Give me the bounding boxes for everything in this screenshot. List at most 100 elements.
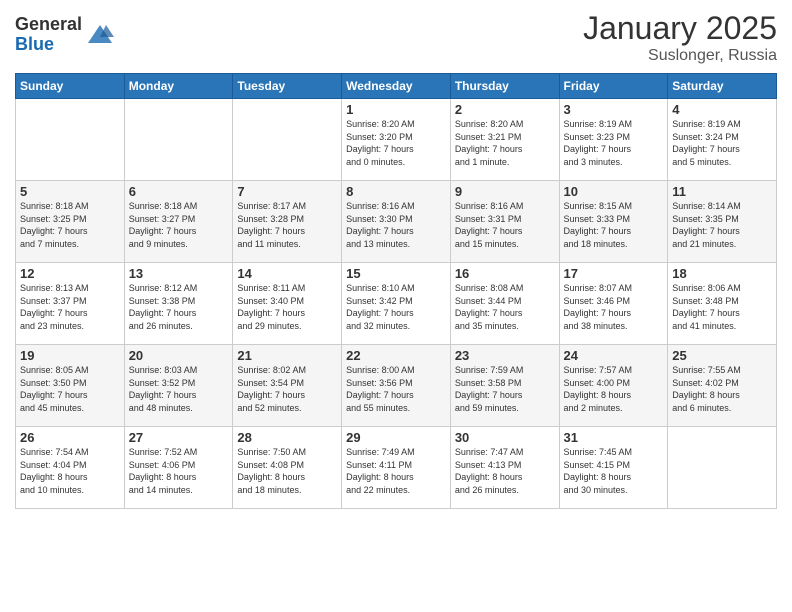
day-info: Sunrise: 8:16 AM Sunset: 3:30 PM Dayligh… bbox=[346, 200, 446, 250]
day-info: Sunrise: 7:54 AM Sunset: 4:04 PM Dayligh… bbox=[20, 446, 120, 496]
calendar-cell: 5Sunrise: 8:18 AM Sunset: 3:25 PM Daylig… bbox=[16, 181, 125, 263]
calendar-cell: 10Sunrise: 8:15 AM Sunset: 3:33 PM Dayli… bbox=[559, 181, 668, 263]
day-number: 31 bbox=[564, 430, 664, 445]
day-number: 13 bbox=[129, 266, 229, 281]
col-saturday: Saturday bbox=[668, 74, 777, 99]
day-info: Sunrise: 8:16 AM Sunset: 3:31 PM Dayligh… bbox=[455, 200, 555, 250]
day-info: Sunrise: 8:18 AM Sunset: 3:25 PM Dayligh… bbox=[20, 200, 120, 250]
week-row-3: 12Sunrise: 8:13 AM Sunset: 3:37 PM Dayli… bbox=[16, 263, 777, 345]
calendar-table: Sunday Monday Tuesday Wednesday Thursday… bbox=[15, 73, 777, 509]
col-tuesday: Tuesday bbox=[233, 74, 342, 99]
week-row-5: 26Sunrise: 7:54 AM Sunset: 4:04 PM Dayli… bbox=[16, 427, 777, 509]
calendar-cell: 25Sunrise: 7:55 AM Sunset: 4:02 PM Dayli… bbox=[668, 345, 777, 427]
day-info: Sunrise: 8:20 AM Sunset: 3:21 PM Dayligh… bbox=[455, 118, 555, 168]
header: General Blue January 2025 Suslonger, Rus… bbox=[15, 10, 777, 65]
title-block: January 2025 Suslonger, Russia bbox=[583, 10, 777, 65]
day-number: 4 bbox=[672, 102, 772, 117]
day-info: Sunrise: 7:50 AM Sunset: 4:08 PM Dayligh… bbox=[237, 446, 337, 496]
day-info: Sunrise: 7:49 AM Sunset: 4:11 PM Dayligh… bbox=[346, 446, 446, 496]
day-number: 30 bbox=[455, 430, 555, 445]
day-number: 18 bbox=[672, 266, 772, 281]
day-number: 17 bbox=[564, 266, 664, 281]
day-info: Sunrise: 8:17 AM Sunset: 3:28 PM Dayligh… bbox=[237, 200, 337, 250]
calendar-cell: 22Sunrise: 8:00 AM Sunset: 3:56 PM Dayli… bbox=[342, 345, 451, 427]
day-number: 3 bbox=[564, 102, 664, 117]
day-info: Sunrise: 8:14 AM Sunset: 3:35 PM Dayligh… bbox=[672, 200, 772, 250]
calendar-cell: 31Sunrise: 7:45 AM Sunset: 4:15 PM Dayli… bbox=[559, 427, 668, 509]
day-info: Sunrise: 7:57 AM Sunset: 4:00 PM Dayligh… bbox=[564, 364, 664, 414]
calendar-cell: 9Sunrise: 8:16 AM Sunset: 3:31 PM Daylig… bbox=[450, 181, 559, 263]
day-number: 7 bbox=[237, 184, 337, 199]
day-info: Sunrise: 8:02 AM Sunset: 3:54 PM Dayligh… bbox=[237, 364, 337, 414]
page: General Blue January 2025 Suslonger, Rus… bbox=[0, 0, 792, 612]
calendar-cell: 30Sunrise: 7:47 AM Sunset: 4:13 PM Dayli… bbox=[450, 427, 559, 509]
calendar-header-row: Sunday Monday Tuesday Wednesday Thursday… bbox=[16, 74, 777, 99]
col-wednesday: Wednesday bbox=[342, 74, 451, 99]
calendar-cell: 3Sunrise: 8:19 AM Sunset: 3:23 PM Daylig… bbox=[559, 99, 668, 181]
day-info: Sunrise: 8:19 AM Sunset: 3:24 PM Dayligh… bbox=[672, 118, 772, 168]
calendar-cell: 13Sunrise: 8:12 AM Sunset: 3:38 PM Dayli… bbox=[124, 263, 233, 345]
day-number: 1 bbox=[346, 102, 446, 117]
calendar-cell: 1Sunrise: 8:20 AM Sunset: 3:20 PM Daylig… bbox=[342, 99, 451, 181]
day-number: 9 bbox=[455, 184, 555, 199]
day-number: 16 bbox=[455, 266, 555, 281]
month-title: January 2025 bbox=[583, 10, 777, 47]
calendar-cell: 28Sunrise: 7:50 AM Sunset: 4:08 PM Dayli… bbox=[233, 427, 342, 509]
day-info: Sunrise: 8:08 AM Sunset: 3:44 PM Dayligh… bbox=[455, 282, 555, 332]
logo-general: General bbox=[15, 15, 82, 35]
calendar-cell: 27Sunrise: 7:52 AM Sunset: 4:06 PM Dayli… bbox=[124, 427, 233, 509]
col-sunday: Sunday bbox=[16, 74, 125, 99]
calendar-cell: 19Sunrise: 8:05 AM Sunset: 3:50 PM Dayli… bbox=[16, 345, 125, 427]
day-info: Sunrise: 8:03 AM Sunset: 3:52 PM Dayligh… bbox=[129, 364, 229, 414]
col-monday: Monday bbox=[124, 74, 233, 99]
day-info: Sunrise: 8:19 AM Sunset: 3:23 PM Dayligh… bbox=[564, 118, 664, 168]
col-thursday: Thursday bbox=[450, 74, 559, 99]
calendar-cell: 12Sunrise: 8:13 AM Sunset: 3:37 PM Dayli… bbox=[16, 263, 125, 345]
day-number: 29 bbox=[346, 430, 446, 445]
calendar-cell: 23Sunrise: 7:59 AM Sunset: 3:58 PM Dayli… bbox=[450, 345, 559, 427]
day-number: 5 bbox=[20, 184, 120, 199]
calendar-cell: 16Sunrise: 8:08 AM Sunset: 3:44 PM Dayli… bbox=[450, 263, 559, 345]
day-number: 24 bbox=[564, 348, 664, 363]
logo-text: General Blue bbox=[15, 15, 82, 55]
day-info: Sunrise: 8:07 AM Sunset: 3:46 PM Dayligh… bbox=[564, 282, 664, 332]
day-number: 21 bbox=[237, 348, 337, 363]
day-info: Sunrise: 8:06 AM Sunset: 3:48 PM Dayligh… bbox=[672, 282, 772, 332]
calendar-cell: 2Sunrise: 8:20 AM Sunset: 3:21 PM Daylig… bbox=[450, 99, 559, 181]
day-info: Sunrise: 8:11 AM Sunset: 3:40 PM Dayligh… bbox=[237, 282, 337, 332]
day-number: 19 bbox=[20, 348, 120, 363]
logo-blue: Blue bbox=[15, 35, 82, 55]
week-row-2: 5Sunrise: 8:18 AM Sunset: 3:25 PM Daylig… bbox=[16, 181, 777, 263]
calendar-cell: 4Sunrise: 8:19 AM Sunset: 3:24 PM Daylig… bbox=[668, 99, 777, 181]
day-info: Sunrise: 8:00 AM Sunset: 3:56 PM Dayligh… bbox=[346, 364, 446, 414]
day-number: 6 bbox=[129, 184, 229, 199]
col-friday: Friday bbox=[559, 74, 668, 99]
calendar-cell bbox=[668, 427, 777, 509]
calendar-cell: 26Sunrise: 7:54 AM Sunset: 4:04 PM Dayli… bbox=[16, 427, 125, 509]
calendar-cell bbox=[16, 99, 125, 181]
calendar-cell: 18Sunrise: 8:06 AM Sunset: 3:48 PM Dayli… bbox=[668, 263, 777, 345]
calendar-cell: 29Sunrise: 7:49 AM Sunset: 4:11 PM Dayli… bbox=[342, 427, 451, 509]
day-info: Sunrise: 7:47 AM Sunset: 4:13 PM Dayligh… bbox=[455, 446, 555, 496]
week-row-1: 1Sunrise: 8:20 AM Sunset: 3:20 PM Daylig… bbox=[16, 99, 777, 181]
calendar-cell: 20Sunrise: 8:03 AM Sunset: 3:52 PM Dayli… bbox=[124, 345, 233, 427]
day-info: Sunrise: 8:18 AM Sunset: 3:27 PM Dayligh… bbox=[129, 200, 229, 250]
day-number: 25 bbox=[672, 348, 772, 363]
logo: General Blue bbox=[15, 15, 114, 55]
logo-icon bbox=[86, 21, 114, 49]
day-number: 28 bbox=[237, 430, 337, 445]
day-number: 26 bbox=[20, 430, 120, 445]
day-number: 11 bbox=[672, 184, 772, 199]
calendar-cell: 6Sunrise: 8:18 AM Sunset: 3:27 PM Daylig… bbox=[124, 181, 233, 263]
day-info: Sunrise: 7:52 AM Sunset: 4:06 PM Dayligh… bbox=[129, 446, 229, 496]
day-info: Sunrise: 8:20 AM Sunset: 3:20 PM Dayligh… bbox=[346, 118, 446, 168]
day-number: 27 bbox=[129, 430, 229, 445]
day-info: Sunrise: 8:12 AM Sunset: 3:38 PM Dayligh… bbox=[129, 282, 229, 332]
calendar-cell: 21Sunrise: 8:02 AM Sunset: 3:54 PM Dayli… bbox=[233, 345, 342, 427]
day-info: Sunrise: 8:13 AM Sunset: 3:37 PM Dayligh… bbox=[20, 282, 120, 332]
day-number: 2 bbox=[455, 102, 555, 117]
day-number: 20 bbox=[129, 348, 229, 363]
day-info: Sunrise: 8:10 AM Sunset: 3:42 PM Dayligh… bbox=[346, 282, 446, 332]
day-number: 23 bbox=[455, 348, 555, 363]
day-info: Sunrise: 7:55 AM Sunset: 4:02 PM Dayligh… bbox=[672, 364, 772, 414]
